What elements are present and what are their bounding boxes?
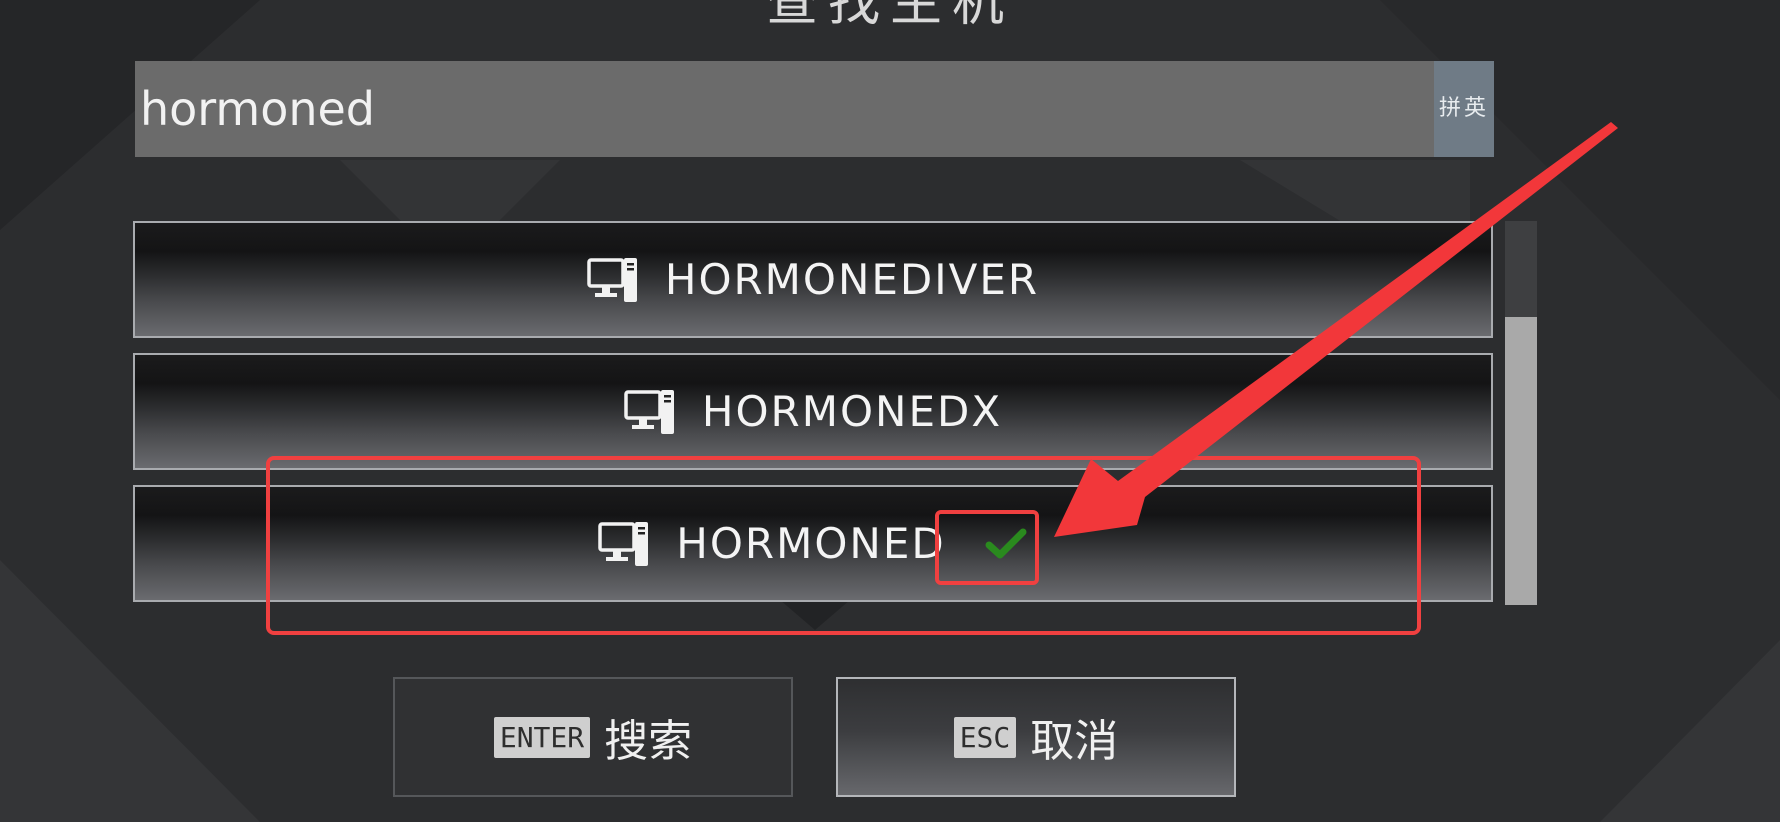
result-label: HORMONED [676,519,946,568]
scrollbar-thumb[interactable] [1505,317,1537,605]
result-label: HORMONEDX [701,387,1003,436]
result-label: HORMONEDIVER [664,255,1040,304]
computer-icon [587,257,637,302]
esc-key-badge: ESC [953,716,1017,758]
dialog-title: 查找主机 [765,0,1014,33]
search-button-label: 搜索 [604,716,693,767]
search-button[interactable]: ENTER 搜索 [393,677,793,797]
search-input[interactable] [135,61,1425,157]
result-item-hormoned[interactable]: HORMONED [133,485,1493,602]
check-icon [985,528,1027,558]
host-search-dialog: 查找主机 拼英 HORMONEDIVER HORMONEDX [0,0,1780,822]
computer-icon [598,521,649,566]
ime-indicator[interactable]: 拼英 [1434,61,1494,157]
result-item-hormonedx[interactable]: HORMONEDX [133,353,1493,470]
computer-icon [624,389,674,434]
enter-key-badge: ENTER [493,716,591,758]
cancel-button-label: 取消 [1030,716,1119,767]
search-bar: 拼英 [135,61,1494,157]
result-item-hormonediver[interactable]: HORMONEDIVER [133,221,1493,338]
results-scrollbar[interactable] [1505,221,1537,605]
cancel-button[interactable]: ESC 取消 [836,677,1236,797]
